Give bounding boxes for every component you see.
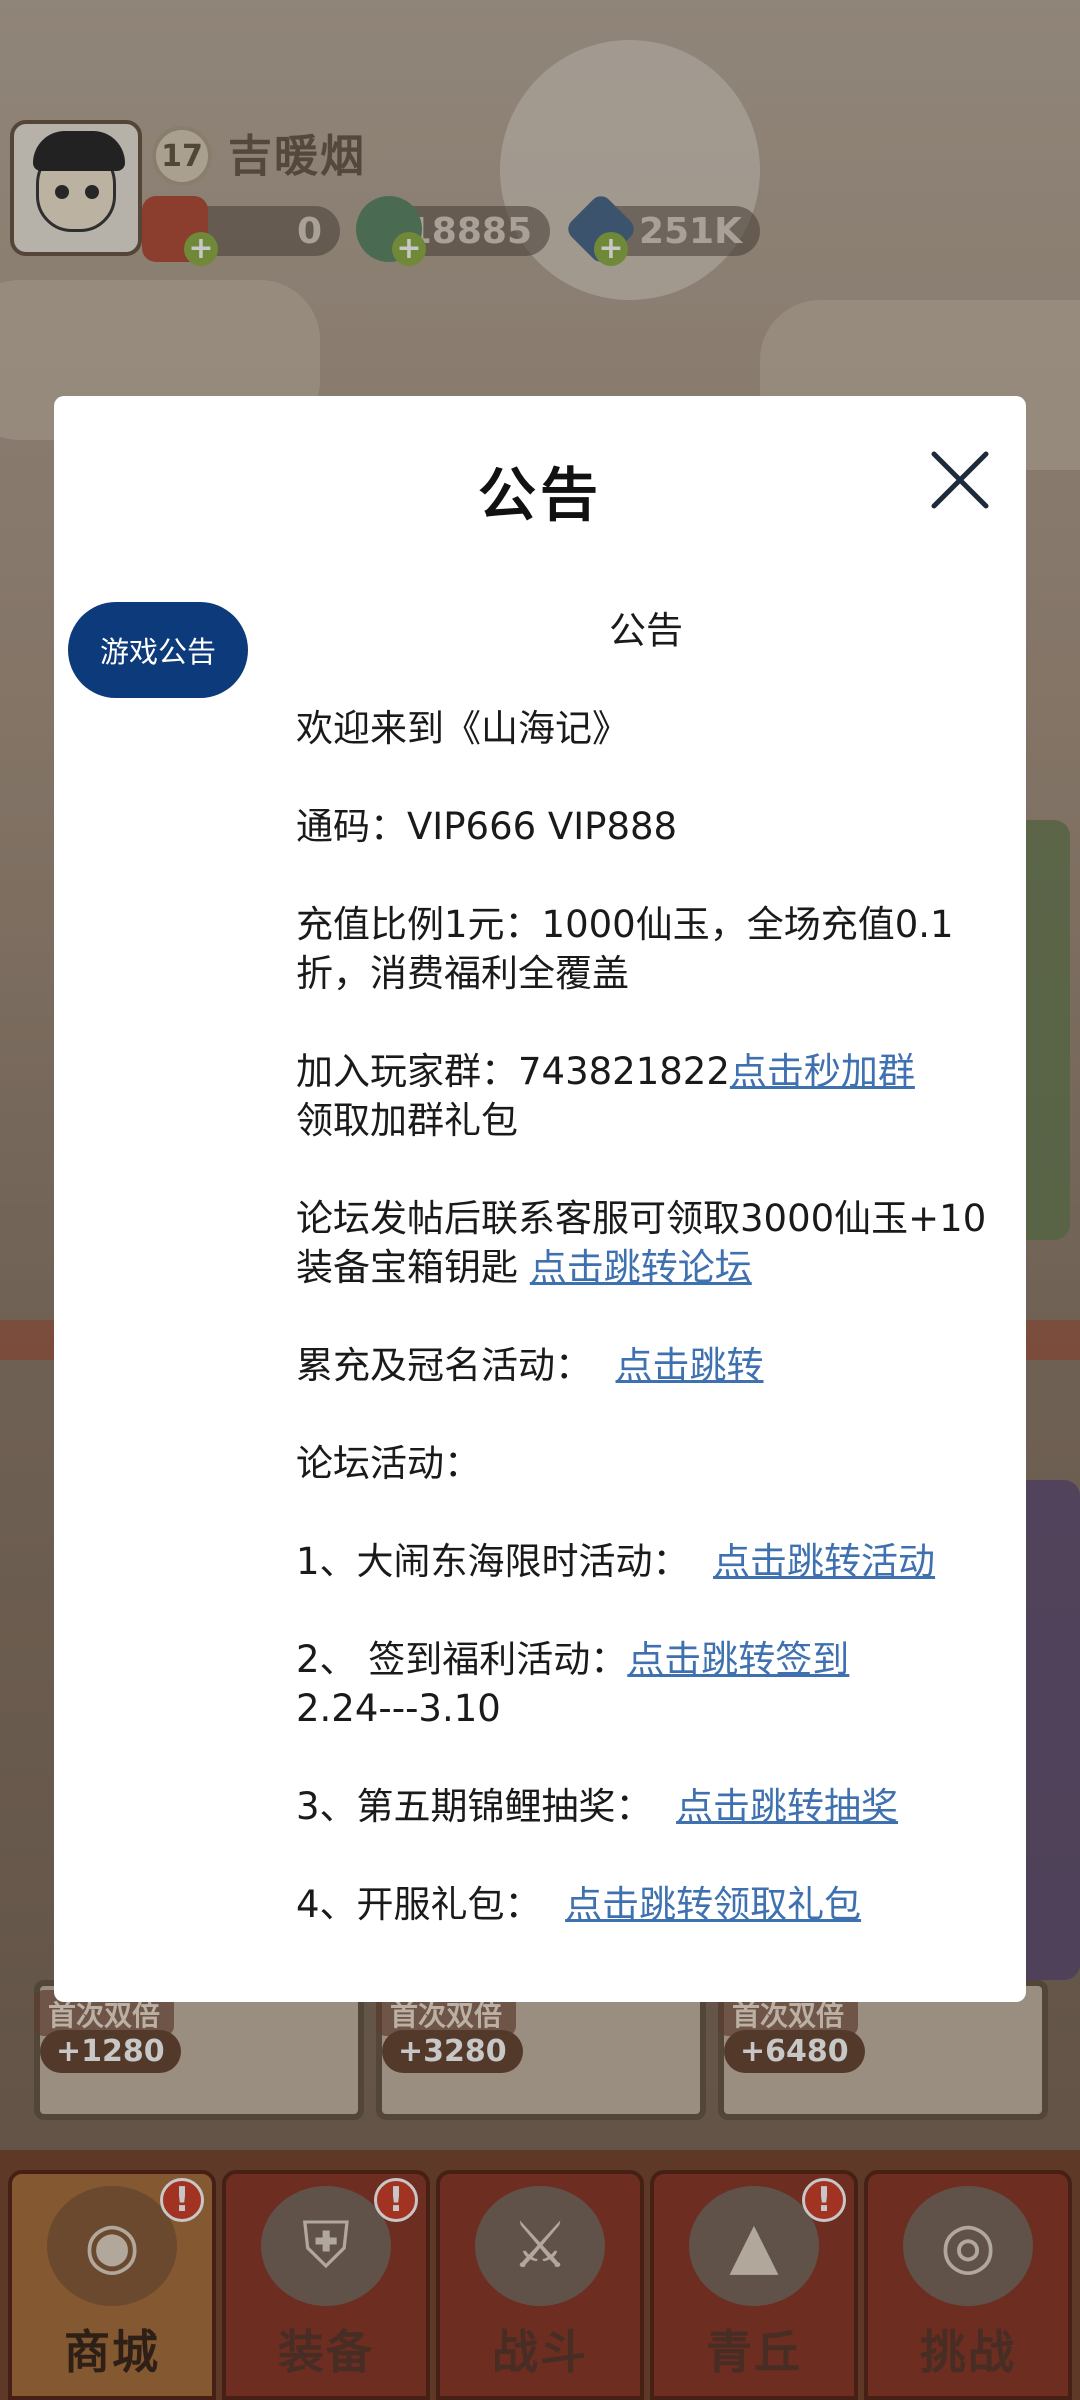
topup-info: 累充及冠名活动： 点击跳转 [296, 1341, 996, 1390]
event2-link[interactable]: 点击跳转签到 [627, 1638, 849, 1681]
event4-text: 4、开服礼包： [296, 1883, 566, 1926]
close-icon [931, 451, 989, 509]
event1-link[interactable]: 点击跳转活动 [713, 1540, 935, 1583]
topup-text: 累充及冠名活动： [296, 1344, 616, 1387]
event3-link[interactable]: 点击跳转抽奖 [676, 1785, 898, 1828]
forum-events-heading: 论坛活动： [296, 1442, 481, 1485]
announcement-content: 公告 欢迎来到《山海记》 通码：VIP666 VIP888 充值比例1元：100… [296, 606, 996, 1978]
tab-game-announcement[interactable]: 游戏公告 [68, 602, 248, 698]
event-item: 1、大闹东海限时活动： 点击跳转活动 [296, 1537, 996, 1586]
event-item: 2、 签到福利活动：点击跳转签到 2.24---3.10 [296, 1635, 996, 1733]
event-item: 3、第五期锦鲤抽奖： 点击跳转抽奖 [296, 1782, 996, 1831]
announcement-dialog: 公告 游戏公告 公告 欢迎来到《山海记》 通码：VIP666 VIP888 充值… [54, 396, 1026, 2002]
group-tail: 领取加群礼包 [296, 1099, 518, 1142]
event2-date: 2.24---3.10 [296, 1687, 501, 1730]
redeem-codes: 通码：VIP666 VIP888 [296, 805, 678, 848]
event4-link[interactable]: 点击跳转领取礼包 [565, 1883, 861, 1926]
welcome-text: 欢迎来到《山海记》 [296, 707, 629, 750]
close-button[interactable] [928, 448, 992, 512]
event3-text: 3、第五期锦鲤抽奖： [296, 1785, 677, 1828]
recharge-info: 充值比例1元：1000仙玉，全场充值0.1折，消费福利全覆盖 [296, 903, 954, 995]
content-heading: 公告 [609, 609, 683, 652]
forum-link[interactable]: 点击跳转论坛 [530, 1246, 752, 1289]
dialog-title: 公告 [477, 461, 602, 529]
event-item: 4、开服礼包： 点击跳转领取礼包 [296, 1880, 996, 1929]
event1-text: 1、大闹东海限时活动： [296, 1540, 714, 1583]
topup-link[interactable]: 点击跳转 [616, 1344, 764, 1387]
forum-info: 论坛发帖后联系客服可领取3000仙玉+10装备宝箱钥匙 点击跳转论坛 [296, 1194, 996, 1292]
player-group-info: 加入玩家群：743821822点击秒加群 领取加群礼包 [296, 1047, 996, 1145]
join-group-link[interactable]: 点击秒加群 [730, 1050, 915, 1093]
group-text: 加入玩家群：743821822 [296, 1050, 730, 1093]
event2-text: 2、 签到福利活动： [296, 1638, 628, 1681]
